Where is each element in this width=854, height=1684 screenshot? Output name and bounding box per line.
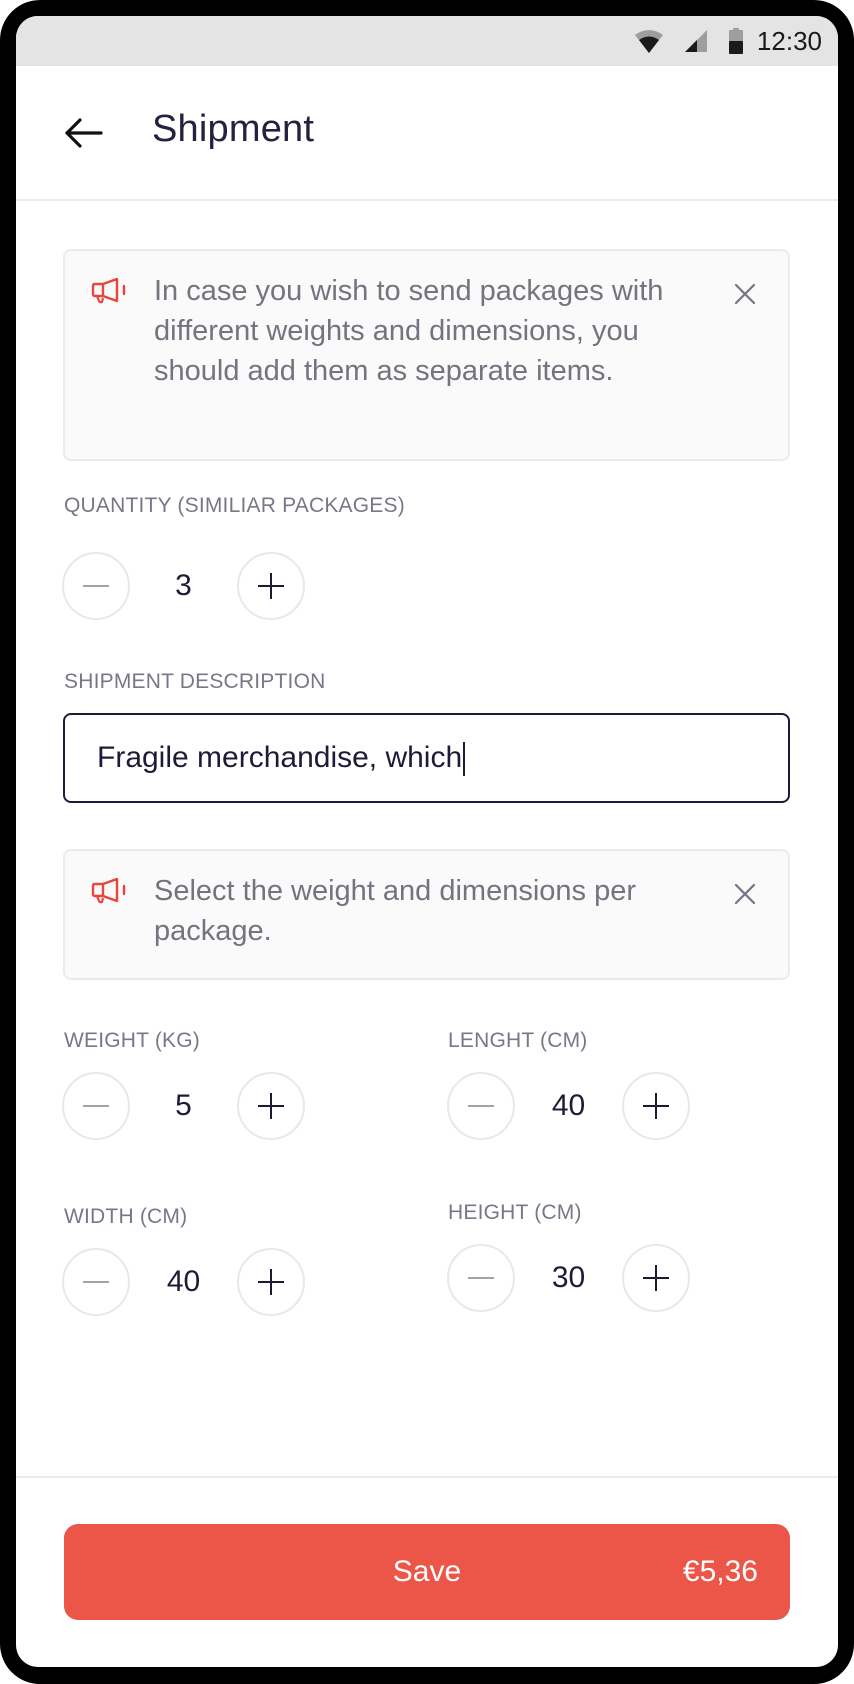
height-value: 30 — [551, 1261, 586, 1294]
weight-stepper: 5 — [62, 1072, 306, 1140]
minus-icon — [468, 1277, 494, 1279]
length-label: LENGHT (CM) — [448, 1029, 588, 1052]
status-time: 12:30 — [756, 25, 822, 56]
weight-label: WEIGHT (KG) — [64, 1029, 200, 1052]
shipment-description-input[interactable]: Fragile merchandise, which — [63, 713, 790, 803]
weight-decrement-button[interactable] — [62, 1072, 130, 1140]
length-stepper: 40 — [447, 1072, 691, 1140]
quantity-increment-button[interactable] — [237, 552, 305, 620]
megaphone-icon — [91, 277, 126, 304]
height-label: HEIGHT (CM) — [448, 1201, 582, 1224]
minus-icon — [83, 1105, 109, 1107]
height-increment-button[interactable] — [622, 1244, 690, 1312]
length-decrement-button[interactable] — [447, 1072, 515, 1140]
height-stepper: 30 — [447, 1244, 691, 1312]
quantity-stepper: 3 — [62, 552, 306, 620]
megaphone-icon — [91, 877, 126, 904]
app-header: Shipment — [16, 66, 838, 200]
back-button[interactable] — [63, 118, 105, 148]
length-increment-button[interactable] — [622, 1072, 690, 1140]
quantity-label: QUANTITY (SIMILIAR PACKAGES) — [64, 494, 405, 517]
minus-icon — [83, 585, 109, 587]
close-icon[interactable] — [734, 283, 756, 305]
info-notice-dimensions: Select the weight and dimensions per pac… — [63, 849, 790, 980]
width-label: WIDTH (CM) — [64, 1205, 188, 1228]
cellular-signal-icon — [684, 30, 707, 52]
weight-value: 5 — [175, 1089, 192, 1122]
close-icon[interactable] — [734, 883, 756, 905]
description-value: Fragile merchandise, which — [97, 741, 463, 774]
battery-icon — [728, 28, 743, 54]
status-bar: 12:30 — [16, 16, 838, 66]
width-decrement-button[interactable] — [62, 1248, 130, 1316]
minus-icon — [468, 1105, 494, 1107]
status-icons: 12:30 — [634, 16, 822, 66]
width-increment-button[interactable] — [237, 1248, 305, 1316]
width-value: 40 — [166, 1265, 201, 1298]
save-button[interactable]: Save €5,36 — [64, 1524, 790, 1620]
text-caret — [463, 742, 466, 777]
arrow-left-icon — [65, 118, 103, 148]
screen: 12:30 Shipment In case you wish to send … — [16, 16, 838, 1667]
footer-divider — [16, 1476, 838, 1478]
header-divider — [16, 199, 838, 201]
notice-text: Select the weight and dimensions per pac… — [154, 875, 637, 947]
page-title: Shipment — [152, 108, 315, 150]
minus-icon — [83, 1281, 109, 1283]
width-stepper: 40 — [62, 1248, 306, 1316]
save-label: Save — [392, 1555, 462, 1588]
length-value: 40 — [551, 1089, 586, 1122]
height-decrement-button[interactable] — [447, 1244, 515, 1312]
quantity-value: 3 — [175, 569, 192, 602]
description-label: SHIPMENT DESCRIPTION — [64, 670, 326, 693]
quantity-decrement-button[interactable] — [62, 552, 130, 620]
price-label: €5,36 — [682, 1555, 758, 1588]
weight-increment-button[interactable] — [237, 1072, 305, 1140]
info-notice-packages: In case you wish to send packages with d… — [63, 249, 790, 461]
notice-text: In case you wish to send packages with d… — [154, 275, 664, 387]
wifi-icon — [634, 29, 663, 53]
